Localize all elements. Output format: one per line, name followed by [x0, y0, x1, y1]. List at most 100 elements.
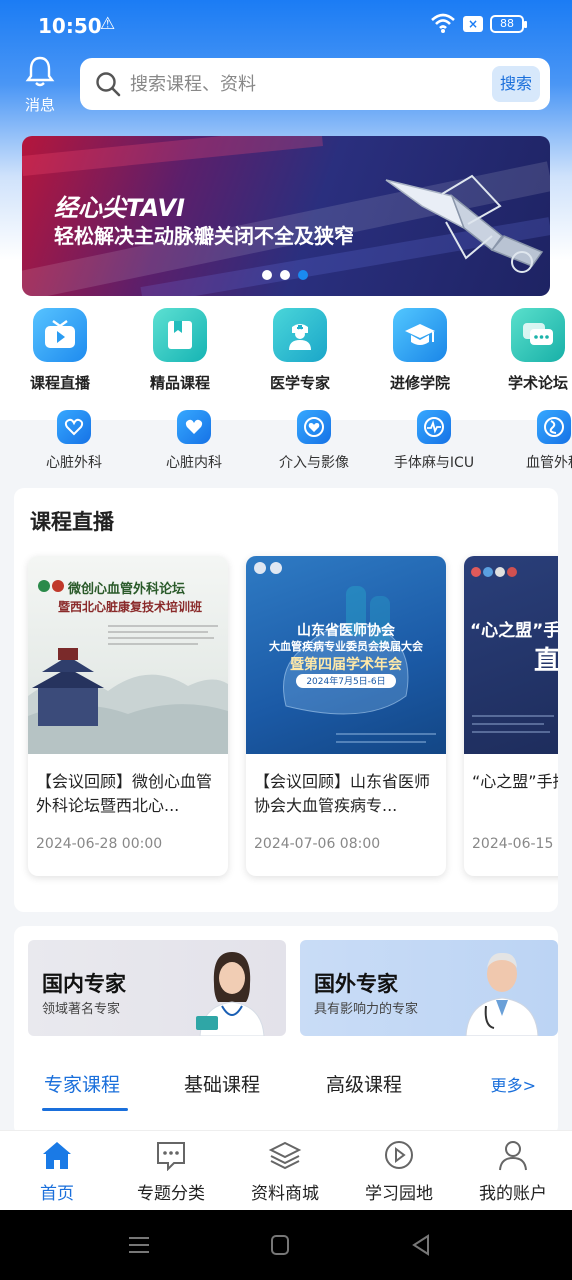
- back-icon[interactable]: [410, 1234, 432, 1256]
- wifi-icon: [431, 13, 455, 33]
- play-circle-icon: [385, 1141, 413, 1169]
- poster-title-line1: 微创心血管外科论坛: [68, 582, 186, 597]
- category-label: 进修学院: [389, 374, 450, 392]
- foreign-experts-card[interactable]: 国外专家 具有影响力的专家: [300, 940, 558, 1036]
- pagination-dot[interactable]: [262, 270, 272, 280]
- heart-icon: [57, 410, 91, 444]
- nav-label: 我的账户: [479, 1184, 547, 1204]
- vessel-icon: [537, 410, 571, 444]
- bell-icon: [25, 56, 55, 87]
- recents-icon[interactable]: [128, 1234, 150, 1256]
- banner-subtitle: 轻松解决主动脉瓣关闭不全及狭窄: [54, 224, 354, 248]
- subcategory-interventional-imaging[interactable]: 介入与影像: [259, 410, 369, 472]
- nav-account[interactable]: 我的账户: [456, 1139, 570, 1204]
- home-button-icon[interactable]: [270, 1234, 290, 1256]
- tab-expert-courses[interactable]: 专家课程: [42, 1070, 128, 1111]
- category-label: 课程直播: [29, 374, 90, 392]
- live-courses-section: 课程直播 微创心血管外科论坛 暨西北心脏康复技术培训班 【会议回顾】微创心血管外…: [14, 488, 558, 912]
- search-button[interactable]: 搜索: [492, 66, 540, 102]
- category-label: 医学专家: [269, 374, 330, 392]
- category-label: 精品课程: [149, 374, 210, 392]
- graduation-cap-icon: [393, 308, 447, 362]
- messages-button[interactable]: 消息: [18, 54, 62, 114]
- tab-advanced-courses[interactable]: 高级课程: [326, 1070, 402, 1097]
- valve-device-image: [385, 174, 544, 273]
- search-bar: 搜索: [80, 58, 550, 110]
- status-time: 10:50: [38, 14, 102, 38]
- sim-icon: ×: [463, 16, 483, 32]
- category-live-courses[interactable]: 课程直播: [10, 308, 110, 393]
- course-card[interactable]: 山东省医师协会 大血管疾病专业委员会换届大会 暨第四届学术年会 2024年7月5…: [246, 556, 446, 876]
- messages-label: 消息: [24, 96, 55, 114]
- category-label: 学术论坛: [507, 374, 568, 392]
- category-row: 课程直播 精品课程 医学专家 进修学院 学术论坛: [0, 308, 572, 398]
- subcategory-label: 血管外科: [526, 455, 572, 471]
- pagination-dot[interactable]: [280, 270, 290, 280]
- course-date: 2024-06-15 0: [472, 836, 558, 852]
- experts-section: 国内专家 领域著名专家 国外专家 具有影响力的专家 专家课程 基础课程 高级课程…: [14, 926, 558, 1136]
- subcategory-anesthesia-icu[interactable]: 手体麻与ICU: [379, 410, 489, 472]
- more-link[interactable]: 更多>: [491, 1072, 536, 1096]
- search-input[interactable]: [130, 70, 470, 98]
- poster-title-line2: 直: [534, 646, 558, 676]
- course-poster: 山东省医师协会 大血管疾病专业委员会换届大会 暨第四届学术年会 2024年7月5…: [246, 556, 446, 754]
- nav-topics[interactable]: 专题分类: [114, 1139, 228, 1204]
- tab-basic-courses[interactable]: 基础课程: [184, 1070, 260, 1097]
- bottom-navigation: 首页 专题分类 资料商城 学习园地 我的账户: [0, 1130, 572, 1210]
- app-screen: 10:50 ⚠ × 88 消息 搜索 经心尖TAVI: [0, 0, 572, 1280]
- monitor-icon: [417, 410, 451, 444]
- nav-label: 学习园地: [365, 1184, 433, 1204]
- tab-label: 专家课程: [44, 1074, 121, 1096]
- subcategory-label: 心脏外科: [46, 455, 102, 471]
- home-icon: [43, 1142, 71, 1169]
- poster-title-line3: 暨第四届学术年会: [290, 657, 402, 673]
- subcategory-label: 手体麻与ICU: [393, 455, 475, 471]
- section-title: 课程直播: [30, 510, 114, 534]
- subcategory-label: 介入与影像: [279, 455, 349, 471]
- category-premium-courses[interactable]: 精品课程: [130, 308, 230, 393]
- layers-icon: [268, 1141, 302, 1170]
- warning-icon: ⚠: [100, 14, 116, 34]
- nav-home[interactable]: 首页: [0, 1139, 114, 1204]
- expert-card-desc: 具有影响力的专家: [314, 1002, 419, 1017]
- book-icon: [153, 308, 207, 362]
- female-doctor-image: [196, 952, 265, 1036]
- domestic-experts-card[interactable]: 国内专家 领域著名专家: [28, 940, 286, 1036]
- poster-title-line2: 暨西北心脏康复技术培训班: [58, 600, 203, 614]
- course-poster: “心之盟”手 直: [464, 556, 558, 754]
- subcategory-vascular-surgery[interactable]: 血管外科: [499, 410, 572, 472]
- tv-play-icon: [33, 308, 87, 362]
- pagination-dot-active[interactable]: [298, 270, 308, 280]
- male-doctor-image: [465, 952, 539, 1036]
- tab-label: 基础课程: [184, 1074, 261, 1096]
- active-tab-indicator: [42, 1108, 128, 1111]
- poster-date: 2024年7月5日-6日: [306, 677, 386, 687]
- system-navigation-bar: [0, 1210, 572, 1280]
- category-medical-experts[interactable]: 医学专家: [250, 308, 350, 393]
- course-title: 【会议回顾】微创心血管外科论坛暨西北心...: [36, 772, 213, 815]
- nav-label: 首页: [40, 1184, 74, 1204]
- nav-label: 资料商城: [251, 1184, 319, 1204]
- subcategory-cardiology[interactable]: 心脏内科: [139, 410, 249, 472]
- user-icon: [499, 1141, 527, 1171]
- course-card[interactable]: 微创心血管外科论坛 暨西北心脏康复技术培训班 【会议回顾】微创心血管外科论坛暨西…: [28, 556, 228, 876]
- doctor-icon: [273, 308, 327, 362]
- message-dots-icon: [157, 1142, 185, 1172]
- battery-icon: 88: [490, 15, 527, 33]
- poster-title-line1: 山东省医师协会: [297, 623, 395, 639]
- course-card[interactable]: “心之盟”手 直 “心之盟”手播回看 2024-06-15 0: [464, 556, 558, 876]
- subcategory-row: 心脏外科 心脏内科 介入与影像 手体麻与ICU 血管外科: [0, 410, 572, 476]
- course-title: 【会议回顾】山东省医师协会大血管疾病专...: [254, 772, 431, 815]
- nav-store[interactable]: 资料商城: [228, 1139, 342, 1204]
- subcategory-label: 心脏内科: [166, 455, 222, 471]
- category-academic-forum[interactable]: 学术论坛: [488, 308, 572, 393]
- expert-card-desc: 领域著名专家: [42, 1002, 121, 1017]
- promo-banner[interactable]: 经心尖TAVI 轻松解决主动脉瓣关闭不全及狭窄: [22, 136, 550, 296]
- expert-card-title: 国内专家: [42, 972, 126, 996]
- course-title: “心之盟”手播回看: [472, 772, 558, 791]
- category-training-academy[interactable]: 进修学院: [370, 308, 470, 393]
- nav-label: 专题分类: [137, 1184, 205, 1204]
- subcategory-cardiac-surgery[interactable]: 心脏外科: [19, 410, 129, 472]
- nav-learning[interactable]: 学习园地: [342, 1139, 456, 1204]
- tab-label: 高级课程: [326, 1074, 403, 1096]
